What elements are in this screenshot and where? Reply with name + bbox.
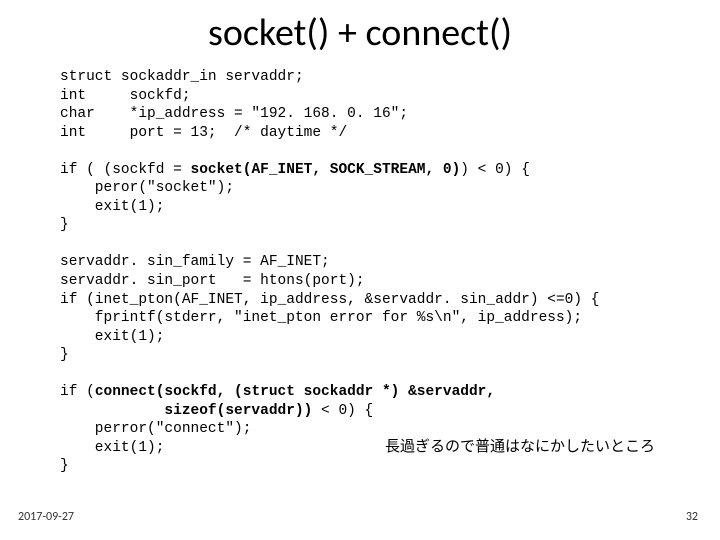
code-line: } xyxy=(60,217,69,233)
code-bold: socket(AF_INET, SOCK_STREAM, 0) xyxy=(191,162,461,178)
code-line: ) < 0) { xyxy=(460,162,530,178)
code-line: fprintf(stderr, "inet_pton error for %s\… xyxy=(60,310,582,326)
page-number: 32 xyxy=(686,510,698,524)
code-line: } xyxy=(60,347,69,363)
code-line: if ( (sockfd = xyxy=(60,162,191,178)
code-line: exit(1); xyxy=(60,199,164,215)
code-bold: sizeof(servaddr)) xyxy=(60,403,312,419)
code-line: } xyxy=(60,458,69,474)
code-line: struct sockaddr_in servaddr; xyxy=(60,69,304,85)
slide-title: socket() + connect() xyxy=(60,10,660,56)
code-line: < 0) { xyxy=(312,403,373,419)
code-block: struct sockaddr_in servaddr; int sockfd;… xyxy=(60,68,660,476)
code-bold: connect(sockfd, (struct sockaddr *) &ser… xyxy=(95,384,495,400)
code-line: perror("connect"); xyxy=(60,421,251,437)
slide-date: 2017-09-27 xyxy=(18,510,74,524)
annotation-text: 長過ぎるので普通はなにかしたいところ xyxy=(385,435,655,456)
code-line: int sockfd; xyxy=(60,88,191,104)
code-line: servaddr. sin_port = htons(port); xyxy=(60,273,365,289)
code-line: peror("socket"); xyxy=(60,180,234,196)
slide: socket() + connect() struct sockaddr_in … xyxy=(0,0,720,540)
code-line: char *ip_address = "192. 168. 0. 16"; xyxy=(60,106,408,122)
code-line: if (inet_pton(AF_INET, ip_address, &serv… xyxy=(60,292,600,308)
code-line: exit(1); xyxy=(60,329,164,345)
code-line: exit(1); xyxy=(60,440,164,456)
code-line: if ( xyxy=(60,384,95,400)
code-line: servaddr. sin_family = AF_INET; xyxy=(60,254,330,270)
code-line: int port = 13; /* daytime */ xyxy=(60,125,347,141)
